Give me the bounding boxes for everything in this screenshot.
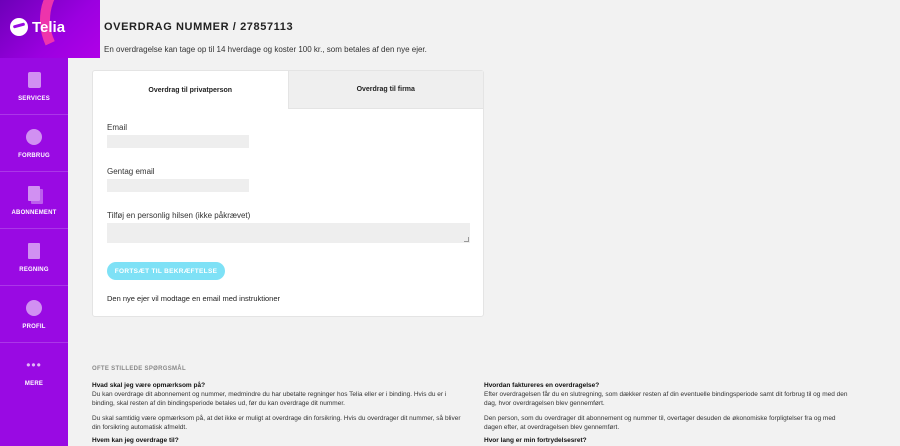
- faq-answer: Du skal samtidig være opmærksom på, at d…: [92, 415, 461, 432]
- sidebar-item-services[interactable]: SERVICES: [0, 58, 68, 115]
- sidebar-item-profil[interactable]: PROFIL: [0, 286, 68, 343]
- services-icon: [26, 71, 42, 89]
- sidebar-item-label: MERE: [24, 381, 44, 387]
- resize-handle-icon[interactable]: [464, 237, 469, 242]
- profile-icon: [26, 299, 42, 317]
- faq-heading: OFTE STILLEDE SPØRGSMÅL: [92, 366, 186, 372]
- transfer-tabs: Overdrag til privatperson Overdrag til f…: [93, 71, 483, 109]
- faq-question[interactable]: Hvordan faktureres en overdragelse?: [484, 382, 854, 391]
- more-icon: •••: [26, 358, 42, 372]
- telia-logo-text: Telia: [32, 18, 66, 36]
- telia-logo-icon: [10, 18, 28, 36]
- greeting-label: Tilføj en personlig hilsen (ikke påkræve…: [107, 211, 251, 220]
- sidebar-item-label: ABONNEMENT: [11, 209, 57, 216]
- main-content: OVERDRAG NUMMER / 27857113 En overdragel…: [68, 0, 900, 446]
- repeat-email-field[interactable]: [107, 179, 249, 192]
- sidebar-item-label: REGNING: [19, 266, 49, 273]
- page-intro: En overdragelse kan tage op til 14 hverd…: [104, 45, 427, 54]
- email-field[interactable]: [107, 135, 249, 148]
- repeat-email-label: Gentag email: [107, 167, 155, 176]
- sidebar-item-forbrug[interactable]: FORBRUG: [0, 115, 68, 172]
- sidebar-item-label: PROFIL: [22, 323, 46, 330]
- invoice-icon: [26, 242, 42, 260]
- faq-question[interactable]: Hvor lang er min fortrydelsesret?: [484, 437, 854, 446]
- instructions-info: Den nye ejer vil modtage en email med in…: [107, 294, 281, 303]
- faq-question[interactable]: Hvem kan jeg overdrage til?: [92, 437, 462, 446]
- sidebar-item-regning[interactable]: REGNING: [0, 229, 68, 286]
- faq-column-right: Hvordan faktureres en overdragelse? Efte…: [484, 382, 854, 446]
- faq-column-left: Hvad skal jeg være opmærksom på? Du kan …: [92, 382, 462, 446]
- faq-answer: Den person, som du overdrager dit abonne…: [484, 415, 836, 432]
- sidebar-item-abonnement[interactable]: ABONNEMENT: [0, 172, 68, 229]
- sidebar: Telia SERVICES FORBRUG ABONNEMENT REGNIN…: [0, 0, 100, 446]
- greeting-textarea[interactable]: [107, 223, 470, 243]
- continue-to-confirmation-button[interactable]: FORTSÆT TIL BEKRÆFTELSE: [107, 262, 225, 280]
- email-label: Email: [107, 123, 128, 132]
- sidebar-nav: SERVICES FORBRUG ABONNEMENT REGNING PROF…: [0, 58, 68, 400]
- subscription-icon: [26, 185, 42, 203]
- transfer-card: Overdrag til privatperson Overdrag til f…: [92, 70, 484, 317]
- sidebar-item-mere[interactable]: ••• MERE: [0, 343, 68, 400]
- tab-private-person[interactable]: Overdrag til privatperson: [93, 71, 288, 109]
- faq-answer: Efter overdragelsen får du en slutregnin…: [484, 390, 848, 407]
- pie-chart-icon: [26, 128, 42, 146]
- page-title: OVERDRAG NUMMER / 27857113: [104, 21, 294, 33]
- faq-question[interactable]: Hvad skal jeg være opmærksom på?: [92, 382, 462, 391]
- tab-company[interactable]: Overdrag til firma: [287, 71, 483, 109]
- telia-logo[interactable]: Telia: [10, 18, 65, 36]
- faq-answer: Du kan overdrage dit abonnement og numme…: [92, 390, 447, 407]
- sidebar-item-label: FORBRUG: [18, 152, 50, 159]
- sidebar-item-label: SERVICES: [18, 95, 50, 102]
